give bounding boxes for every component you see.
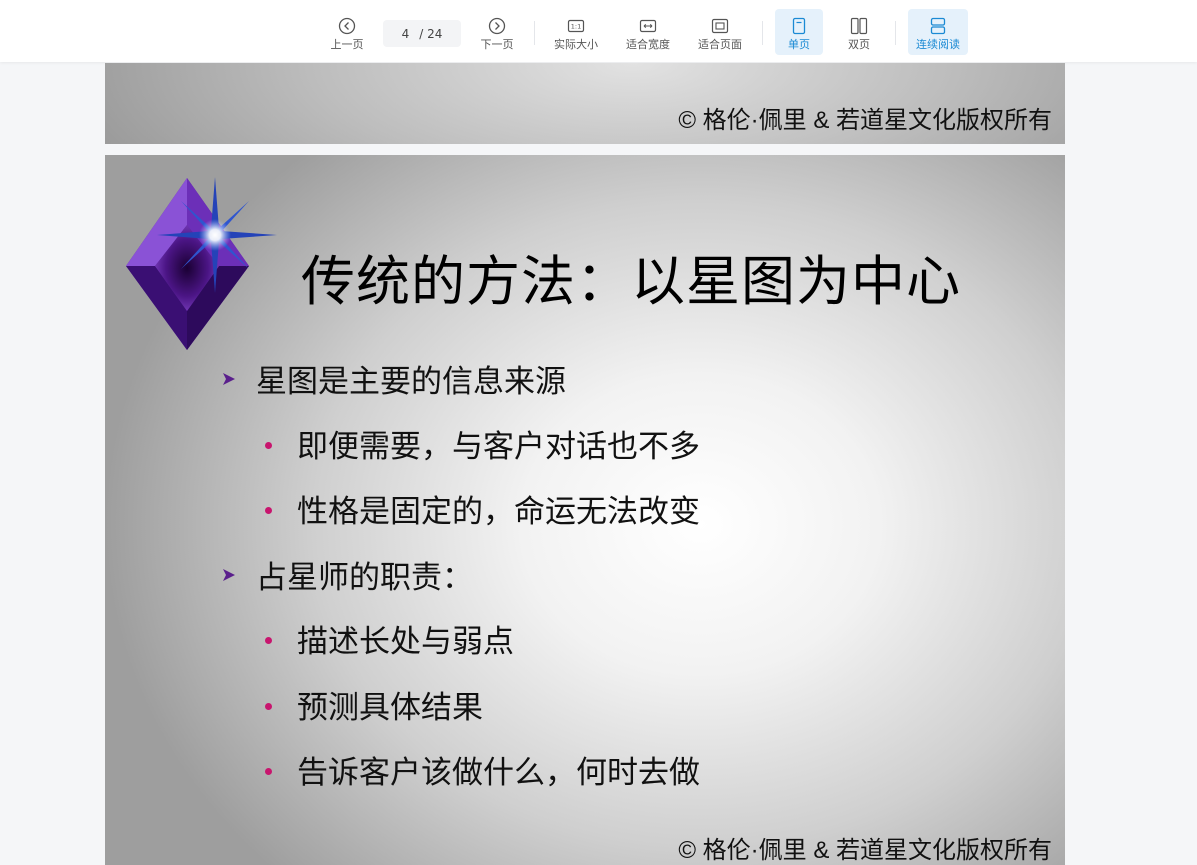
page-indicator[interactable]: 4 / 24 <box>383 20 461 47</box>
prev-page-label: 上一页 <box>330 38 364 51</box>
next-page-button[interactable]: 下一页 <box>475 9 519 55</box>
toolbar-divider <box>534 21 535 45</box>
actual-size-button[interactable]: 1:1 实际大小 <box>549 9 603 55</box>
chevron-right-circle-icon <box>488 17 506 35</box>
slide-title: 传统的方法：以星图为中心 <box>301 250 961 313</box>
bullet-level2: 性格是固定的，命运无法改变 <box>265 486 700 531</box>
dot-bullet-icon <box>265 442 272 449</box>
bullet-text: 告诉客户该做什么，何时去做 <box>297 755 700 791</box>
bullet-text: 星图是主要的信息来源 <box>256 364 566 400</box>
svg-text:1:1: 1:1 <box>571 23 581 31</box>
arrow-bullet-icon <box>223 568 235 581</box>
purple-diamond-star-icon <box>126 177 277 350</box>
fit-page-icon <box>711 18 729 34</box>
continuous-reading-label: 连续阅读 <box>916 38 960 51</box>
dot-bullet-icon <box>265 507 272 514</box>
bullet-level2: 预测具体结果 <box>265 682 483 727</box>
next-page-label: 下一页 <box>480 38 514 51</box>
toolbar-divider <box>895 21 896 45</box>
dot-bullet-icon <box>265 703 272 710</box>
dot-bullet-icon <box>265 768 272 775</box>
current-page-input[interactable]: 4 <box>402 27 410 41</box>
arrow-bullet-icon <box>223 372 235 385</box>
bullet-level1: 占星师的职责： <box>222 552 473 597</box>
fit-width-icon <box>639 19 657 33</box>
continuous-reading-icon <box>930 17 946 35</box>
previous-slide: © 格伦·佩里 & 若道星文化版权所有 <box>105 63 1065 144</box>
bullet-level1: 星图是主要的信息来源 <box>222 356 566 401</box>
single-page-button[interactable]: 单页 <box>775 9 823 55</box>
bullet-level2: 描述长处与弱点 <box>265 616 514 661</box>
toolbar-divider <box>762 21 763 45</box>
current-slide: 传统的方法：以星图为中心 星图是主要的信息来源 即便需要，与客户对话也不多 性格… <box>105 155 1065 865</box>
actual-size-label: 实际大小 <box>554 38 598 51</box>
dot-bullet-icon <box>265 637 272 644</box>
continuous-reading-button[interactable]: 连续阅读 <box>908 9 968 55</box>
slide-copyright: © 格伦·佩里 & 若道星文化版权所有 <box>678 837 1052 864</box>
bullet-text: 预测具体结果 <box>297 690 483 726</box>
bullet-text: 即便需要，与客户对话也不多 <box>297 429 700 465</box>
prev-page-button[interactable]: 上一页 <box>325 9 369 55</box>
bullet-level2: 即便需要，与客户对话也不多 <box>265 421 700 466</box>
single-page-label: 单页 <box>788 38 810 51</box>
total-pages: / 24 <box>419 26 443 41</box>
slide-copyright: © 格伦·佩里 & 若道星文化版权所有 <box>678 107 1052 134</box>
double-page-label: 双页 <box>848 38 870 51</box>
fit-page-button[interactable]: 适合页面 <box>693 9 747 55</box>
bullet-level2: 告诉客户该做什么，何时去做 <box>265 747 700 792</box>
bullet-text: 描述长处与弱点 <box>297 624 514 660</box>
actual-size-icon: 1:1 <box>567 19 585 33</box>
bullet-text: 性格是固定的，命运无法改变 <box>297 494 700 530</box>
fit-width-label: 适合宽度 <box>626 38 670 51</box>
fit-width-button[interactable]: 适合宽度 <box>621 9 675 55</box>
chevron-left-circle-icon <box>338 17 356 35</box>
double-page-icon <box>850 17 868 35</box>
viewer-toolbar: 上一页 4 / 24 下一页 1:1 实际大小 适合宽度 适合页面 单页 双页 … <box>0 0 1197 62</box>
bullet-text: 占星师的职责： <box>256 560 473 596</box>
double-page-button[interactable]: 双页 <box>835 9 883 55</box>
single-page-icon <box>792 17 806 35</box>
fit-page-label: 适合页面 <box>698 38 742 51</box>
